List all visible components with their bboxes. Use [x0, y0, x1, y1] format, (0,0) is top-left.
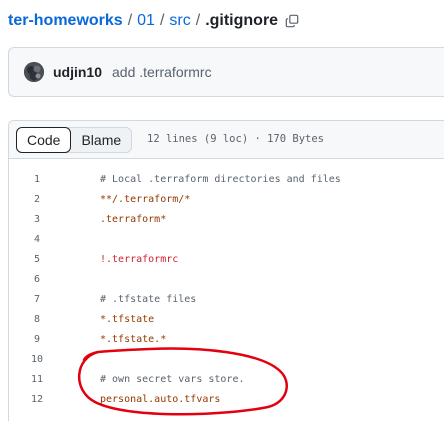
line-number[interactable]: 11 — [9, 374, 69, 385]
file-meta-info: 12 lines (9 loc) · 170 Bytes — [147, 133, 325, 145]
line-number[interactable]: 3 — [9, 214, 69, 225]
copy-path-icon[interactable] — [285, 14, 299, 28]
breadcrumb-separator: / — [159, 12, 165, 29]
tab-code[interactable]: Code — [16, 127, 72, 153]
line-content: # own secret vars store. — [100, 373, 245, 385]
code-line: 9 *.tfstate.* — [9, 329, 444, 349]
code-line: 10 — [9, 349, 444, 369]
line-number[interactable]: 7 — [9, 294, 69, 305]
line-number[interactable]: 10 — [9, 354, 69, 365]
file-header: Code Blame 12 lines (9 loc) · 170 Bytes — [9, 121, 444, 159]
code-line: 1 # Local .terraform directories and file… — [9, 169, 444, 189]
code-line: 12 personal.auto.tfvars — [9, 389, 444, 409]
code-line: 8 *.tfstate — [9, 309, 444, 329]
commit-author-link[interactable]: udjin10 — [53, 64, 102, 80]
tab-blame[interactable]: Blame — [71, 128, 131, 152]
line-number[interactable]: 4 — [9, 234, 69, 245]
code-line: 2 **/.terraform/* — [9, 189, 444, 209]
line-number[interactable]: 6 — [9, 274, 69, 285]
avatar[interactable] — [24, 62, 44, 82]
code-line: 3 .terraform* — [9, 209, 444, 229]
latest-commit-bar: udjin10 add .terraformrc — [8, 47, 444, 97]
code-line: 11 # own secret vars store. — [9, 369, 444, 389]
line-number[interactable]: 2 — [9, 194, 69, 205]
line-content: *.tfstate — [100, 313, 155, 325]
line-content: .terraform* — [100, 213, 167, 225]
line-content: # Local .terraform directories and files — [100, 173, 341, 185]
code-line: 7 # .tfstate files — [9, 289, 444, 309]
breadcrumb-folder-src-link[interactable]: src — [169, 12, 190, 30]
line-content: personal.auto.tfvars — [100, 393, 221, 405]
line-content: # .tfstate files — [100, 293, 197, 305]
line-content: **/.terraform/* — [100, 193, 191, 205]
breadcrumb-folder-01-link[interactable]: 01 — [137, 12, 155, 30]
line-number[interactable]: 12 — [9, 394, 69, 405]
line-number[interactable]: 9 — [9, 334, 69, 345]
code-line: 6 — [9, 269, 444, 289]
breadcrumb-file-name: .gitignore — [205, 12, 279, 29]
line-content: *.tfstate.* — [100, 333, 167, 345]
breadcrumb: ter-homeworks / 01 / src / .gitignore — [8, 10, 299, 32]
line-content: !.terraformrc — [100, 253, 179, 265]
code-line: 4 — [9, 229, 444, 249]
line-number[interactable]: 1 — [9, 174, 69, 185]
line-number[interactable]: 8 — [9, 314, 69, 325]
code-line: 5 !.terraformrc — [9, 249, 444, 269]
github-file-view: ter-homeworks / 01 / src / .gitignore ud… — [0, 0, 444, 421]
line-number[interactable]: 5 — [9, 254, 69, 265]
breadcrumb-repo-link[interactable]: ter-homeworks — [8, 12, 123, 30]
file-viewer: Code Blame 12 lines (9 loc) · 170 Bytes … — [8, 120, 444, 421]
breadcrumb-separator: / — [195, 12, 201, 29]
breadcrumb-separator: / — [127, 12, 133, 29]
view-mode-toggle: Code Blame — [16, 127, 133, 153]
commit-message-link[interactable]: add .terraformrc — [112, 64, 212, 80]
